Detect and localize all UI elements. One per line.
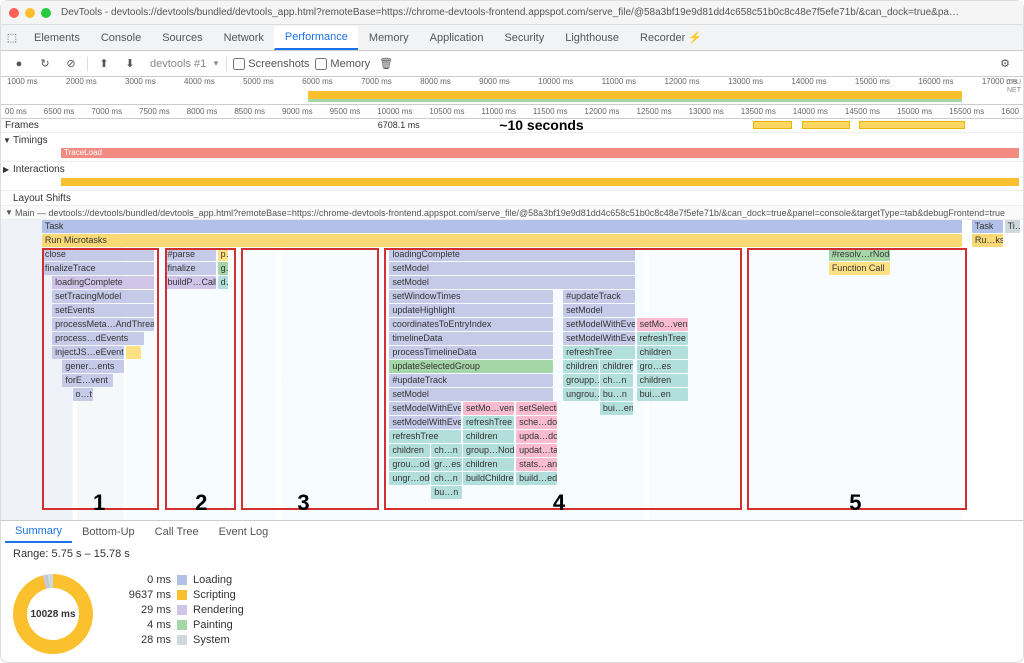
region-3-label: 3 — [297, 490, 309, 516]
cpu-activity-bar — [308, 91, 962, 99]
legend-scripting: 9637 msScripting — [123, 589, 244, 601]
summary-legend: 0 msLoading 9637 msScripting 29 msRender… — [123, 574, 244, 646]
overview-ruler: 1000 ms2000 ms3000 ms4000 ms5000 ms6000 … — [1, 77, 1023, 89]
interactions-section: ▶Interactions — [1, 162, 1023, 191]
layout-shifts-section: ▶Layout Shifts — [1, 191, 1023, 206]
performance-toolbar: ● ↻ ⊘ ⬆ ⬇ devtools #1 Screenshots Memory… — [1, 51, 1023, 77]
flame-chart[interactable]: Task Task Ti…ed Run Microtasks Ru…ks clo… — [1, 220, 1023, 520]
screenshots-checkbox[interactable]: Screenshots — [233, 58, 309, 70]
inspect-icon[interactable]: ⬚ — [1, 31, 23, 44]
tab-bottom-up[interactable]: Bottom-Up — [72, 522, 145, 542]
region-4-box — [384, 248, 742, 510]
close-window-button[interactable] — [9, 8, 19, 18]
tab-recorder[interactable]: Recorder ⚡ — [629, 26, 712, 49]
legend-system: 28 msSystem — [123, 634, 244, 646]
overview-side-labels: CPUNET — [1006, 79, 1021, 95]
tab-memory[interactable]: Memory — [358, 27, 419, 49]
frames-content: 6708.1 ms ~10 seconds — [60, 119, 1023, 132]
window-titlebar: DevTools - devtools://devtools/bundled/d… — [1, 1, 1023, 25]
summary-donut: 10028 ms — [13, 574, 93, 654]
frames-label: Frames — [5, 120, 60, 131]
tab-application[interactable]: Application — [419, 27, 494, 49]
window-title: DevTools - devtools://devtools/bundled/d… — [61, 7, 961, 18]
timings-section: ▼Timings TraceLoad — [1, 133, 1023, 162]
tab-sources[interactable]: Sources — [151, 27, 212, 49]
region-2-box — [165, 248, 237, 510]
trash-icon[interactable]: 🗑 — [376, 54, 396, 74]
region-5-label: 5 — [849, 490, 861, 516]
tab-performance[interactable]: Performance — [274, 26, 358, 50]
tab-console[interactable]: Console — [90, 27, 151, 49]
traffic-lights — [9, 8, 51, 18]
clear-button[interactable]: ⊘ — [61, 54, 81, 74]
region-2-label: 2 — [195, 490, 207, 516]
record-button[interactable]: ● — [9, 54, 29, 74]
flame-microtasks[interactable]: Run Microtasks — [42, 234, 962, 247]
memory-checkbox[interactable]: Memory — [315, 58, 370, 70]
summary-panel: 10028 ms 0 msLoading 9637 msScripting 29… — [1, 566, 1023, 662]
details-tabs: Summary Bottom-Up Call Tree Event Log — [1, 520, 1023, 542]
main-thread-header[interactable]: ▼Main — devtools://devtools/bundled/devt… — [1, 206, 1023, 220]
region-3-box — [241, 248, 379, 510]
tab-lighthouse[interactable]: Lighthouse — [554, 27, 629, 49]
legend-loading: 0 msLoading — [123, 574, 244, 586]
frames-track[interactable]: Frames 6708.1 ms ~10 seconds — [1, 119, 1023, 133]
flame-task[interactable]: Task — [42, 220, 962, 233]
flame-task2[interactable]: Task — [972, 220, 1003, 233]
tab-call-tree[interactable]: Call Tree — [145, 522, 209, 542]
tab-event-log[interactable]: Event Log — [209, 522, 279, 542]
region-1-box — [42, 248, 160, 510]
range-label: Range: 5.75 s – 15.78 s — [1, 542, 1023, 566]
flame-ru-ks[interactable]: Ru…ks — [972, 234, 1003, 247]
flame-task-ti[interactable]: Ti…ed — [1005, 220, 1020, 233]
legend-painting: 4 msPainting — [123, 619, 244, 631]
layout-shifts-header[interactable]: ▶Layout Shifts — [1, 191, 1023, 205]
gear-icon[interactable]: ⚙ — [995, 54, 1015, 74]
profile-select[interactable]: devtools #1 — [146, 58, 220, 70]
region-4-label: 4 — [553, 490, 565, 516]
minimize-window-button[interactable] — [25, 8, 35, 18]
region-1-label: 1 — [93, 490, 105, 516]
tab-summary[interactable]: Summary — [5, 521, 72, 543]
maximize-window-button[interactable] — [41, 8, 51, 18]
tab-security[interactable]: Security — [493, 27, 554, 49]
timings-header[interactable]: ▼Timings — [1, 133, 1023, 147]
upload-icon[interactable]: ⬆ — [94, 54, 114, 74]
reload-record-button[interactable]: ↻ — [35, 54, 55, 74]
interactions-header[interactable]: ▶Interactions — [1, 162, 1023, 176]
interactions-bar[interactable] — [61, 178, 1019, 186]
tab-elements[interactable]: Elements — [23, 27, 90, 49]
frame-duration-label: 6708.1 ms — [378, 120, 420, 130]
download-icon[interactable]: ⬇ — [120, 54, 140, 74]
cpu-overview[interactable]: 1000 ms2000 ms3000 ms4000 ms5000 ms6000 … — [1, 77, 1023, 105]
tab-network[interactable]: Network — [213, 27, 274, 49]
annotation-10s: ~10 seconds — [499, 117, 583, 133]
traceload-bar[interactable]: TraceLoad — [61, 148, 1019, 158]
donut-total: 10028 ms — [30, 609, 75, 620]
region-5-box — [747, 248, 967, 510]
legend-rendering: 29 msRendering — [123, 604, 244, 616]
panel-tabs: ⬚ Elements Console Sources Network Perfo… — [1, 25, 1023, 51]
